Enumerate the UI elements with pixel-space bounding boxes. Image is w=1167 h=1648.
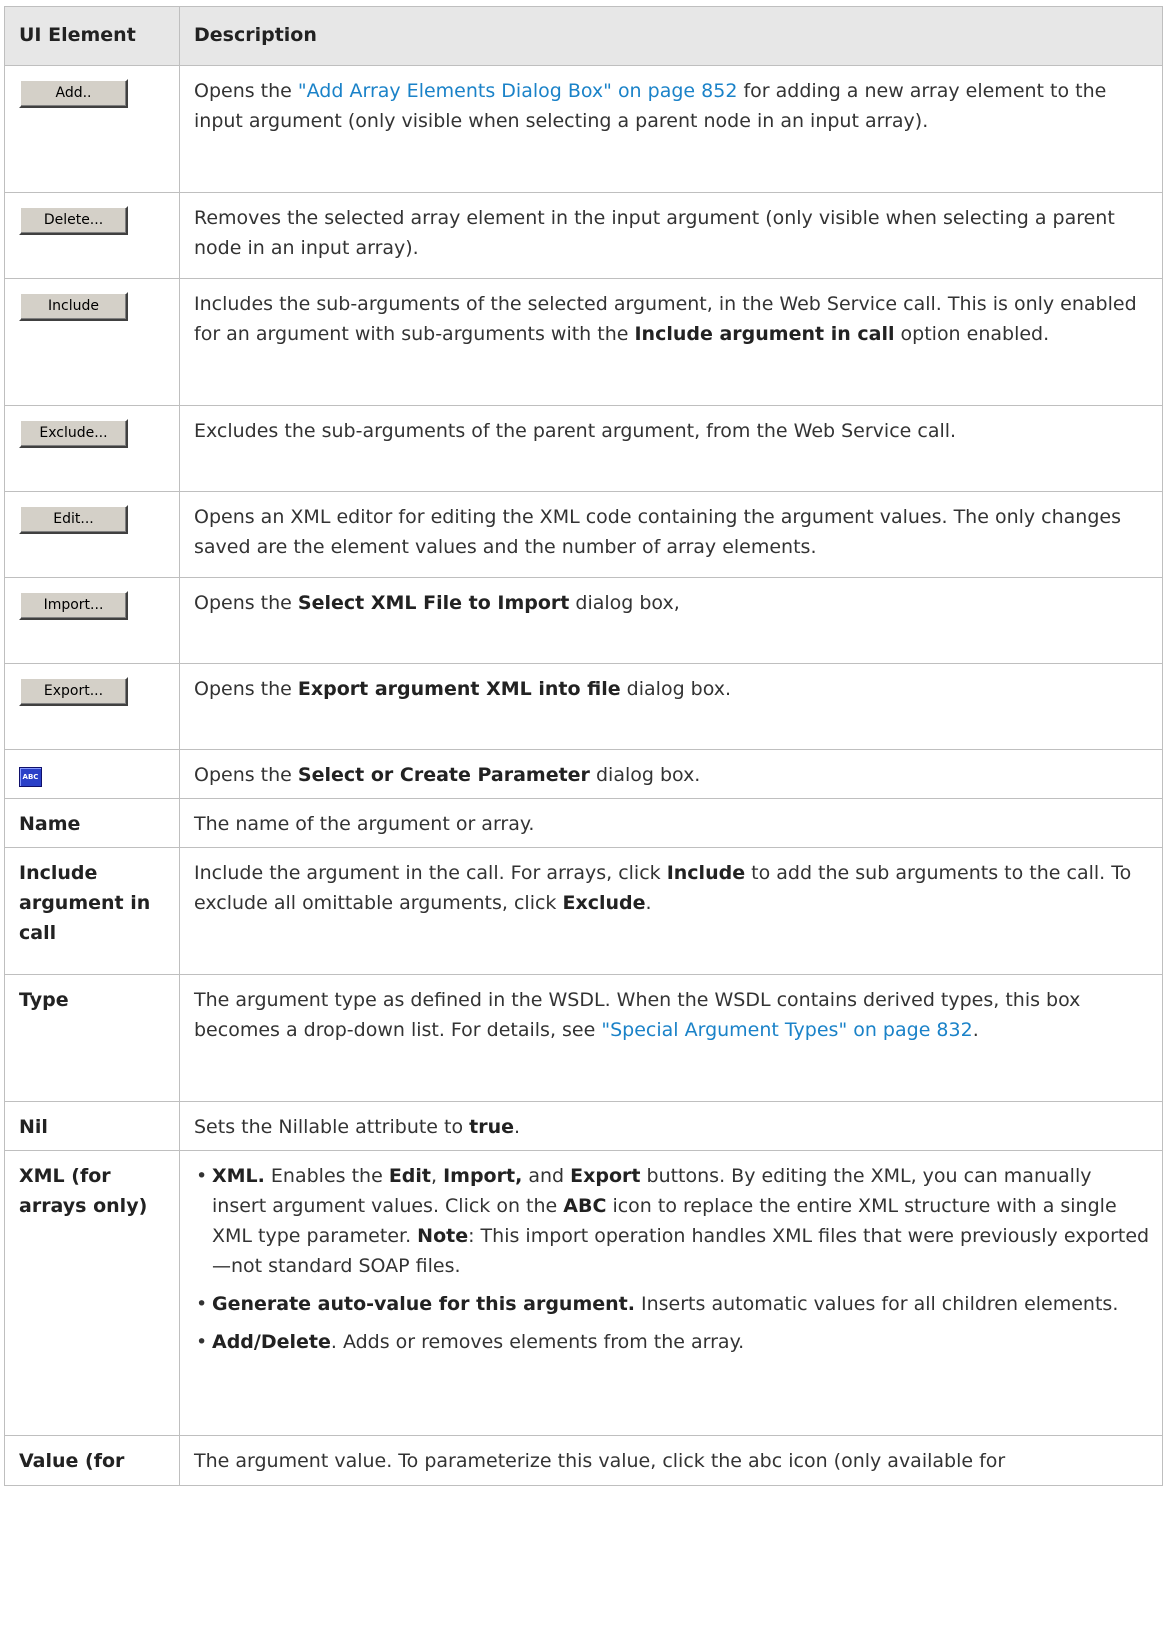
table-row: Import... Opens the Select XML File to I… (4, 577, 1163, 664)
description-cell: Sets the Nillable attribute to true. (179, 1101, 1163, 1151)
table-row: Name The name of the argument or array. (4, 798, 1163, 848)
description-cell: Opens the Select XML File to Import dial… (179, 577, 1163, 664)
description-cell: Opens an XML editor for editing the XML … (179, 491, 1163, 578)
description-cell: The argument value. To parameterize this… (179, 1435, 1163, 1486)
exclude-button[interactable]: Exclude... (19, 419, 128, 448)
term-include-argument: Include argument in call (4, 847, 180, 975)
include-button[interactable]: Include (19, 292, 128, 321)
description-cell: The argument type as defined in the WSDL… (179, 974, 1163, 1102)
description-cell: Opens the "Add Array Elements Dialog Box… (179, 65, 1163, 193)
table-row: Edit... Opens an XML editor for editing … (4, 491, 1163, 578)
description-cell: Removes the selected array element in th… (179, 192, 1163, 279)
header-description: Description (179, 6, 1163, 66)
table-row: XML (for arrays only) XML. Enables the E… (4, 1150, 1163, 1436)
description-cell: Include the argument in the call. For ar… (179, 847, 1163, 975)
table-row: ABC Opens the Select or Create Parameter… (4, 749, 1163, 799)
term-value: Value (for (4, 1435, 180, 1486)
export-button[interactable]: Export... (19, 677, 128, 706)
description-cell: The name of the argument or array. (179, 798, 1163, 848)
list-item: Generate auto-value for this argument. I… (194, 1289, 1150, 1319)
table-row: Include Includes the sub-arguments of th… (4, 278, 1163, 406)
ui-elements-table: UI Element Description Add.. Opens the "… (4, 6, 1163, 1486)
table-row: Add.. Opens the "Add Array Elements Dial… (4, 65, 1163, 193)
add-array-elements-link[interactable]: "Add Array Elements Dialog Box" on page … (298, 80, 738, 102)
table-row: Type The argument type as defined in the… (4, 974, 1163, 1102)
table-row: Value (for The argument value. To parame… (4, 1435, 1163, 1486)
description-cell: Includes the sub-arguments of the select… (179, 278, 1163, 406)
term-xml: XML (for arrays only) (4, 1150, 180, 1436)
term-nil: Nil (4, 1101, 180, 1151)
table-row: Nil Sets the Nillable attribute to true. (4, 1101, 1163, 1151)
abc-parameter-icon[interactable]: ABC (19, 767, 42, 787)
table-header-row: UI Element Description (4, 6, 1163, 66)
description-cell: Excludes the sub-arguments of the parent… (179, 405, 1163, 492)
delete-button[interactable]: Delete... (19, 206, 128, 235)
special-argument-types-link[interactable]: "Special Argument Types" on page 832 (601, 1019, 972, 1041)
description-cell: XML. Enables the Edit, Import, and Expor… (179, 1150, 1163, 1436)
header-ui-element: UI Element (4, 6, 180, 66)
import-button[interactable]: Import... (19, 591, 128, 620)
table-row: Include argument in call Include the arg… (4, 847, 1163, 975)
term-name: Name (4, 798, 180, 848)
table-row: Exclude... Excludes the sub-arguments of… (4, 405, 1163, 492)
xml-bullet-list: XML. Enables the Edit, Import, and Expor… (194, 1161, 1150, 1357)
edit-button[interactable]: Edit... (19, 505, 128, 534)
description-cell: Opens the Export argument XML into file … (179, 663, 1163, 750)
list-item: Add/Delete. Adds or removes elements fro… (194, 1327, 1150, 1357)
table-row: Delete... Removes the selected array ele… (4, 192, 1163, 279)
description-cell: Opens the Select or Create Parameter dia… (179, 749, 1163, 799)
add-button[interactable]: Add.. (19, 79, 128, 108)
term-type: Type (4, 974, 180, 1102)
list-item: XML. Enables the Edit, Import, and Expor… (194, 1161, 1150, 1281)
table-row: Export... Opens the Export argument XML … (4, 663, 1163, 750)
